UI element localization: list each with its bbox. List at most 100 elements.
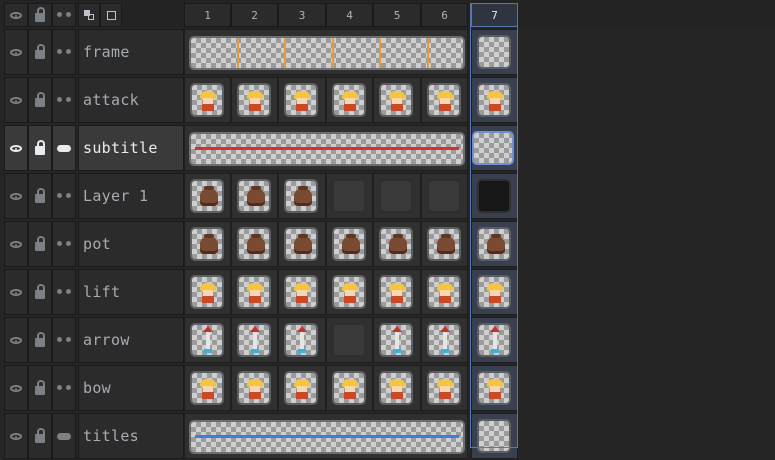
layer-name[interactable]: bow xyxy=(78,365,184,411)
cel-frame-5[interactable] xyxy=(373,269,421,315)
cel-frame-4[interactable] xyxy=(326,365,373,411)
linked-cel[interactable] xyxy=(184,29,468,75)
cel-frame-4[interactable] xyxy=(326,221,373,267)
layer-lock-toggle[interactable] xyxy=(28,365,52,411)
layer-lock-toggle[interactable] xyxy=(28,29,52,75)
onion-range-button[interactable] xyxy=(100,3,122,27)
layer-row-frame[interactable]: frame xyxy=(0,28,775,76)
cel-frame-2[interactable] xyxy=(231,221,278,267)
cel-frame-5[interactable] xyxy=(373,221,421,267)
layer-lock-toggle[interactable] xyxy=(28,317,52,363)
layer-continuous-toggle[interactable] xyxy=(52,29,76,75)
layer-name[interactable]: attack xyxy=(78,77,184,123)
layer-row-titles[interactable]: titles xyxy=(0,412,775,460)
cel-frame-1[interactable] xyxy=(184,317,231,363)
cel-frame-7[interactable] xyxy=(471,317,518,363)
cel-frame-2[interactable] xyxy=(231,173,278,219)
cel-frame-4[interactable] xyxy=(326,173,373,219)
layer-name[interactable]: titles xyxy=(78,413,184,459)
linked-cel[interactable] xyxy=(184,413,468,459)
cel-frame-3[interactable] xyxy=(278,77,326,123)
onion-skin-button[interactable] xyxy=(78,3,100,27)
layer-row-attack[interactable]: attack xyxy=(0,76,775,124)
layer-continuous-toggle[interactable] xyxy=(52,221,76,267)
layer-row-arrow[interactable]: arrow xyxy=(0,316,775,364)
cel-frame-7[interactable] xyxy=(471,269,518,315)
cel-frame-6[interactable] xyxy=(421,269,468,315)
layer-continuous-toggle[interactable] xyxy=(52,77,76,123)
cel-frame-7[interactable] xyxy=(471,365,518,411)
cel-frame-6[interactable] xyxy=(421,173,468,219)
cel-frame-7[interactable] xyxy=(471,221,518,267)
layer-lock-toggle[interactable] xyxy=(28,125,52,171)
cel-frame-1[interactable] xyxy=(184,365,231,411)
layer-name[interactable]: lift xyxy=(78,269,184,315)
layer-continuous-toggle[interactable] xyxy=(52,413,76,459)
cel-frame-3[interactable] xyxy=(278,317,326,363)
cel-frame-4[interactable] xyxy=(326,269,373,315)
cel-frame-5[interactable] xyxy=(373,77,421,123)
layer-row-subtitle[interactable]: subtitle xyxy=(0,124,775,172)
layer-visibility-toggle[interactable] xyxy=(4,269,28,315)
cel-frame-4[interactable] xyxy=(326,317,373,363)
layer-visibility-toggle[interactable] xyxy=(4,29,28,75)
layer-name[interactable]: arrow xyxy=(78,317,184,363)
cel-frame-3[interactable] xyxy=(278,221,326,267)
frame-header-2[interactable]: 2 xyxy=(231,3,278,27)
cel-frame-1[interactable] xyxy=(184,77,231,123)
layer-visibility-toggle[interactable] xyxy=(4,413,28,459)
layer-visibility-toggle[interactable] xyxy=(4,125,28,171)
frame-header-4[interactable]: 4 xyxy=(326,3,373,27)
layer-lock-toggle[interactable] xyxy=(28,221,52,267)
layer-name[interactable]: Layer 1 xyxy=(78,173,184,219)
layer-name[interactable]: subtitle xyxy=(78,125,184,171)
layer-visibility-toggle[interactable] xyxy=(4,365,28,411)
frame-header-5[interactable]: 5 xyxy=(373,3,421,27)
frame-header-3[interactable]: 3 xyxy=(278,3,326,27)
layer-continuous-toggle[interactable] xyxy=(52,125,76,171)
visibility-toggle-all[interactable] xyxy=(4,3,28,27)
cel-frame-5[interactable] xyxy=(373,173,421,219)
layer-lock-toggle[interactable] xyxy=(28,269,52,315)
cel-frame-7[interactable] xyxy=(471,29,518,75)
layer-name[interactable]: pot xyxy=(78,221,184,267)
layer-lock-toggle[interactable] xyxy=(28,413,52,459)
cel-frame-3[interactable] xyxy=(278,173,326,219)
cel-frame-2[interactable] xyxy=(231,365,278,411)
layer-name[interactable]: frame xyxy=(78,29,184,75)
layer-lock-toggle[interactable] xyxy=(28,77,52,123)
layer-continuous-toggle[interactable] xyxy=(52,317,76,363)
cel-frame-7[interactable] xyxy=(471,125,518,171)
layer-continuous-toggle[interactable] xyxy=(52,269,76,315)
layer-visibility-toggle[interactable] xyxy=(4,173,28,219)
layer-visibility-toggle[interactable] xyxy=(4,77,28,123)
cel-frame-2[interactable] xyxy=(231,269,278,315)
frame-header-1[interactable]: 1 xyxy=(184,3,231,27)
cel-frame-1[interactable] xyxy=(184,173,231,219)
layer-row-layer-1[interactable]: Layer 1 xyxy=(0,172,775,220)
layer-lock-toggle[interactable] xyxy=(28,173,52,219)
cel-frame-7[interactable] xyxy=(471,173,518,219)
cel-frame-2[interactable] xyxy=(231,77,278,123)
cel-frame-2[interactable] xyxy=(231,317,278,363)
layer-visibility-toggle[interactable] xyxy=(4,221,28,267)
cel-frame-5[interactable] xyxy=(373,365,421,411)
cel-frame-1[interactable] xyxy=(184,221,231,267)
link-toggle-all[interactable] xyxy=(52,3,76,27)
cel-frame-5[interactable] xyxy=(373,317,421,363)
lock-toggle-all[interactable] xyxy=(28,3,52,27)
cel-frame-1[interactable] xyxy=(184,269,231,315)
layer-row-bow[interactable]: bow xyxy=(0,364,775,412)
cel-frame-3[interactable] xyxy=(278,365,326,411)
frame-header-7[interactable]: 7 xyxy=(471,3,518,27)
cel-frame-6[interactable] xyxy=(421,77,468,123)
layer-row-pot[interactable]: pot xyxy=(0,220,775,268)
layer-continuous-toggle[interactable] xyxy=(52,173,76,219)
cel-frame-3[interactable] xyxy=(278,269,326,315)
cel-frame-7[interactable] xyxy=(471,77,518,123)
frame-header-6[interactable]: 6 xyxy=(421,3,468,27)
layer-visibility-toggle[interactable] xyxy=(4,317,28,363)
cel-frame-4[interactable] xyxy=(326,77,373,123)
linked-cel[interactable] xyxy=(184,125,468,171)
cel-frame-6[interactable] xyxy=(421,221,468,267)
